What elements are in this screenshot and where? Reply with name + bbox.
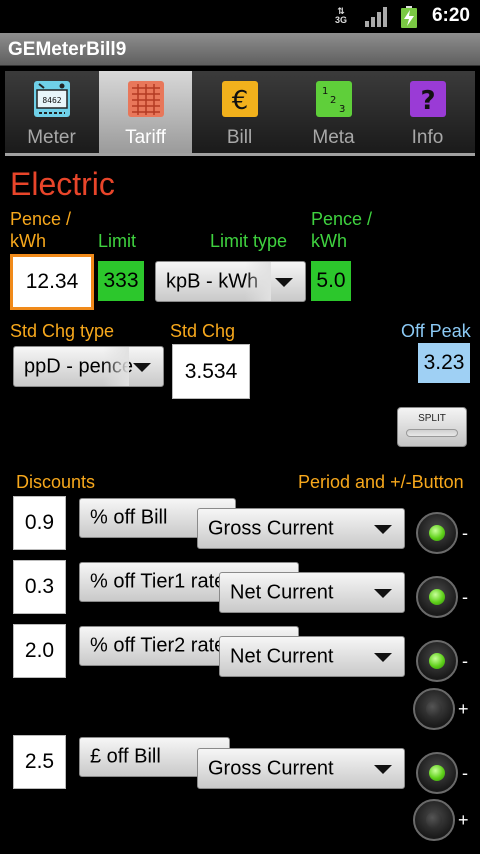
off-peak-input[interactable]: 3.23 — [418, 343, 470, 383]
chevron-down-icon — [374, 588, 392, 598]
question-icon: ? — [410, 81, 446, 117]
svg-text:3: 3 — [339, 104, 345, 115]
tab-label: Meter — [27, 127, 76, 148]
std-chg-type-dropdown[interactable]: ppD - pence — [13, 346, 164, 387]
period-dropdown[interactable]: Net Current — [219, 636, 405, 677]
chevron-down-icon — [374, 764, 392, 774]
std-chg-type-label: Std Chg type — [10, 321, 115, 341]
status-bar: ⇅ 3G 6:20 — [0, 0, 480, 33]
split-label: SPLIT — [418, 413, 446, 424]
period-dropdown[interactable]: Gross Current — [197, 748, 405, 789]
svg-text:2: 2 — [330, 95, 336, 106]
discount-value-input[interactable]: 2.0 — [13, 624, 66, 678]
limit-type-label: Limit type — [210, 231, 288, 251]
plus-sign: + — [458, 810, 469, 830]
limit-input[interactable]: 333 — [98, 261, 144, 301]
off-peak-label: Off Peak — [401, 321, 471, 341]
tab-divider — [5, 153, 475, 156]
tab-label: Bill — [226, 127, 253, 148]
title-bar: GEMeterBill9 — [0, 33, 480, 66]
tab-tariff[interactable]: Tariff — [99, 71, 192, 154]
meta-digits-icon: 1 2 3 — [316, 81, 352, 117]
period-minus-radio[interactable] — [416, 752, 458, 794]
period-value: Gross Current — [208, 517, 334, 539]
minus-sign: - — [462, 523, 468, 543]
period-plus-radio[interactable] — [413, 799, 455, 841]
period-button-label: Period and +/-Button — [298, 472, 464, 492]
discount-value-input[interactable]: 2.5 — [13, 735, 66, 789]
tab-bill[interactable]: € Bill — [193, 71, 286, 154]
minus-sign: - — [462, 651, 468, 671]
chevron-down-icon — [275, 277, 293, 287]
split-toggle-button[interactable]: SPLIT — [397, 407, 467, 447]
section-heading: Electric — [10, 166, 115, 202]
limit-label: Limit — [98, 231, 137, 251]
pence2-input[interactable]: 5.0 — [311, 261, 351, 301]
pence-label-line2: kWh — [10, 231, 46, 251]
tab-meta[interactable]: 1 2 3 Meta — [287, 71, 380, 154]
split-indicator — [406, 429, 458, 437]
period-minus-radio[interactable] — [416, 576, 458, 618]
signal-icon — [365, 7, 387, 27]
discounts-label: Discounts — [16, 472, 96, 492]
tariff-icon — [128, 81, 164, 117]
tab-label: Info — [411, 127, 444, 148]
discount-type-value: % off Bill — [90, 506, 168, 529]
period-minus-radio[interactable] — [416, 512, 458, 554]
chevron-down-icon — [133, 362, 151, 372]
period-dropdown[interactable]: Gross Current — [197, 508, 405, 549]
svg-text:?: ? — [420, 86, 435, 116]
plus-sign: + — [458, 699, 469, 719]
clock: 6:20 — [431, 5, 470, 26]
std-chg-input[interactable]: 3.534 — [172, 344, 250, 399]
svg-text:8462: 8462 — [42, 96, 61, 105]
discount-type-value: £ off Bill — [90, 745, 161, 768]
period-minus-radio[interactable] — [416, 640, 458, 682]
tab-bar: 8462 Meter Tariff € Bill 1 2 3 Meta ? In… — [5, 71, 475, 154]
period-value: Gross Current — [208, 757, 334, 779]
svg-text:€: € — [232, 86, 249, 116]
battery-charging-icon — [401, 6, 417, 28]
chevron-down-icon — [374, 524, 392, 534]
minus-sign: - — [462, 763, 468, 783]
period-value: Net Current — [230, 581, 334, 603]
tab-label: Meta — [312, 127, 355, 148]
limit-type-dropdown[interactable]: kpB - kWh — [155, 261, 306, 302]
pence-per-kwh-input[interactable]: 12.34 — [10, 254, 94, 310]
period-dropdown[interactable]: Net Current — [219, 572, 405, 613]
app-title: GEMeterBill9 — [8, 39, 127, 60]
pence-label-line1: Pence / — [10, 209, 72, 229]
minus-sign: - — [462, 587, 468, 607]
meter-icon: 8462 — [34, 81, 70, 117]
std-chg-label: Std Chg — [170, 321, 236, 341]
discount-value-input[interactable]: 0.9 — [13, 496, 66, 550]
period-value: Net Current — [230, 645, 334, 667]
period-plus-radio[interactable] — [413, 688, 455, 730]
discount-type-value: % off Tier1 rate — [90, 570, 226, 593]
euro-icon: € — [222, 81, 258, 117]
discount-type-value: % off Tier2 rate — [90, 634, 226, 657]
svg-text:1: 1 — [322, 86, 328, 97]
chevron-down-icon — [374, 652, 392, 662]
network-type-icon: ⇅ 3G — [334, 6, 347, 25]
tab-label: Tariff — [125, 127, 166, 148]
pence2-label-line1: Pence / — [311, 209, 373, 229]
discount-value-input[interactable]: 0.3 — [13, 560, 66, 614]
tab-info[interactable]: ? Info — [381, 71, 474, 154]
tab-meter[interactable]: 8462 Meter — [5, 71, 98, 154]
pence2-label-line2: kWh — [311, 231, 347, 251]
